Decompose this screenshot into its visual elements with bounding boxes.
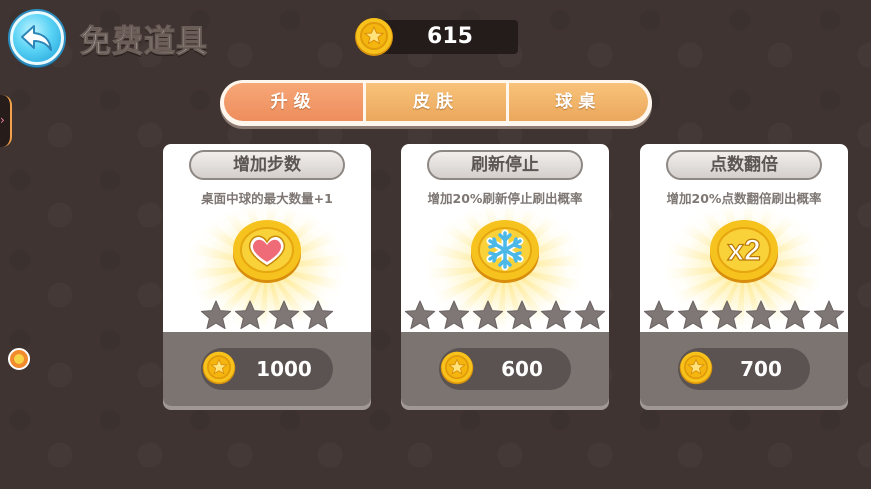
side-drawer-handle[interactable]: › — [0, 95, 12, 147]
star-icon — [574, 300, 606, 335]
star-icon — [404, 300, 436, 335]
small-coin-badge-icon[interactable] — [8, 348, 30, 370]
x2-label: x2 — [727, 234, 760, 267]
coin-icon — [202, 351, 236, 385]
star-icon — [813, 300, 845, 335]
star-icon — [643, 300, 675, 335]
star-icon — [506, 300, 538, 335]
coin-icon — [355, 18, 393, 56]
item-card-double-points[interactable]: 点数翻倍 增加20%点数翻倍刷出概率 x2 700 — [640, 144, 848, 406]
star-icon — [472, 300, 504, 335]
star-icon — [677, 300, 709, 335]
item-card-refresh-stop[interactable]: 刷新停止 增加20%刷新停止刷出概率 600 — [401, 144, 609, 406]
snowflake-icon — [471, 220, 539, 283]
level-stars — [401, 300, 609, 335]
price-footer: 1000 — [163, 332, 371, 406]
item-title: 增加步数 — [189, 150, 345, 180]
star-icon — [540, 300, 572, 335]
heart-icon — [233, 220, 301, 283]
coin-balance-value: 615 — [427, 24, 473, 49]
item-title: 点数翻倍 — [666, 150, 822, 180]
item-card-add-steps[interactable]: 增加步数 桌面中球的最大数量+1 1000 — [163, 144, 371, 406]
price-footer: 700 — [640, 332, 848, 406]
item-price: 1000 — [256, 357, 312, 381]
back-arrow-icon — [21, 25, 52, 51]
x2-icon: x2 — [710, 220, 778, 283]
star-icon — [200, 300, 232, 335]
item-price: 600 — [501, 357, 543, 381]
level-stars — [640, 300, 848, 335]
star-icon — [711, 300, 743, 335]
tab-skin[interactable]: 皮肤 — [366, 83, 506, 121]
chevron-right-icon: › — [0, 113, 5, 127]
tab-table[interactable]: 球桌 — [508, 83, 648, 121]
star-icon — [302, 300, 334, 335]
price-footer: 600 — [401, 332, 609, 406]
back-button[interactable] — [10, 11, 64, 65]
item-price: 700 — [740, 357, 782, 381]
star-icon — [234, 300, 266, 335]
item-title: 刷新停止 — [427, 150, 583, 180]
star-icon — [438, 300, 470, 335]
coin-icon — [440, 351, 474, 385]
coin-icon — [679, 351, 713, 385]
star-icon — [268, 300, 300, 335]
star-icon — [779, 300, 811, 335]
page-title: 免费道具 — [80, 24, 208, 61]
star-icon — [745, 300, 777, 335]
category-tabs: 升级 皮肤 球桌 — [220, 80, 652, 126]
level-stars — [163, 300, 371, 335]
tab-upgrade[interactable]: 升级 — [224, 83, 364, 121]
